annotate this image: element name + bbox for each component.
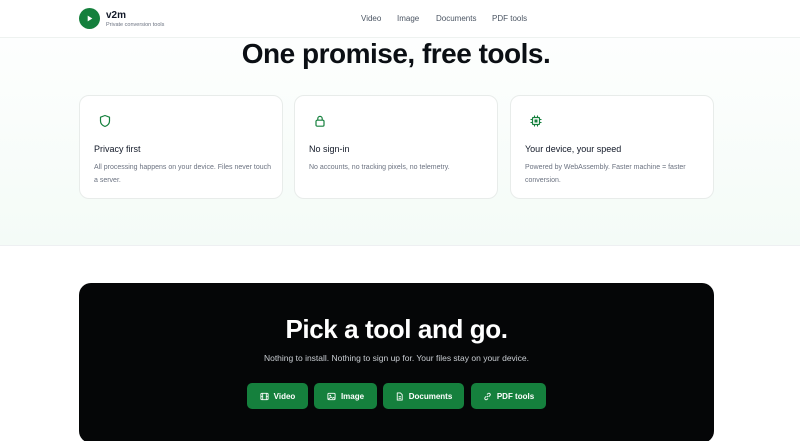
- feature-card-speed: Your device, your speed Powered by WebAs…: [510, 95, 714, 199]
- video-tool-button[interactable]: Video: [247, 383, 308, 409]
- logo[interactable]: [79, 8, 100, 29]
- feature-description: All processing happens on your device. F…: [94, 164, 272, 184]
- feature-title: Your device, your speed: [525, 144, 622, 154]
- shield-icon: [99, 114, 111, 128]
- site-header: v2m Private conversion tools Video Image…: [0, 0, 800, 38]
- nav-link-image[interactable]: Image: [397, 14, 419, 23]
- button-label: Documents: [408, 391, 453, 401]
- lock-icon: [315, 115, 325, 127]
- image-icon: [327, 392, 336, 400]
- cta-title: Pick a tool and go.: [285, 314, 508, 344]
- feature-card-no-sign-in: No sign-in No accounts, no tracking pixe…: [294, 95, 498, 199]
- button-label: Video: [273, 391, 296, 401]
- document-icon: [396, 391, 403, 401]
- brand-name[interactable]: v2m: [106, 10, 126, 21]
- film-icon: [260, 392, 269, 400]
- brand-tagline: Private conversion tools: [106, 22, 165, 28]
- cta-subtitle: Nothing to install. Nothing to sign up f…: [263, 353, 530, 363]
- cta-panel: Pick a tool and go. Nothing to install. …: [79, 283, 714, 441]
- feature-title: No sign-in: [309, 144, 350, 154]
- nav-link-pdf-tools[interactable]: PDF tools: [492, 14, 527, 23]
- button-label: PDF tools: [496, 391, 535, 401]
- nav-link-video[interactable]: Video: [361, 14, 381, 23]
- feature-description: Powered by WebAssembly. Faster machine =…: [525, 164, 686, 184]
- documents-tool-button[interactable]: Documents: [383, 383, 464, 409]
- nav-link-documents[interactable]: Documents: [436, 14, 476, 23]
- button-label: Image: [340, 391, 365, 401]
- play-icon: [87, 15, 93, 22]
- feature-card-privacy: Privacy first All processing happens on …: [79, 95, 283, 199]
- feature-title: Privacy first: [94, 144, 141, 154]
- feature-description: No accounts, no tracking pixels, no tele…: [309, 164, 450, 171]
- pdf-tools-button[interactable]: PDF tools: [471, 383, 546, 409]
- link-icon: [484, 392, 491, 400]
- hero-title: One promise, free tools.: [241, 38, 551, 69]
- chip-icon: [530, 115, 542, 127]
- image-tool-button[interactable]: Image: [314, 383, 377, 409]
